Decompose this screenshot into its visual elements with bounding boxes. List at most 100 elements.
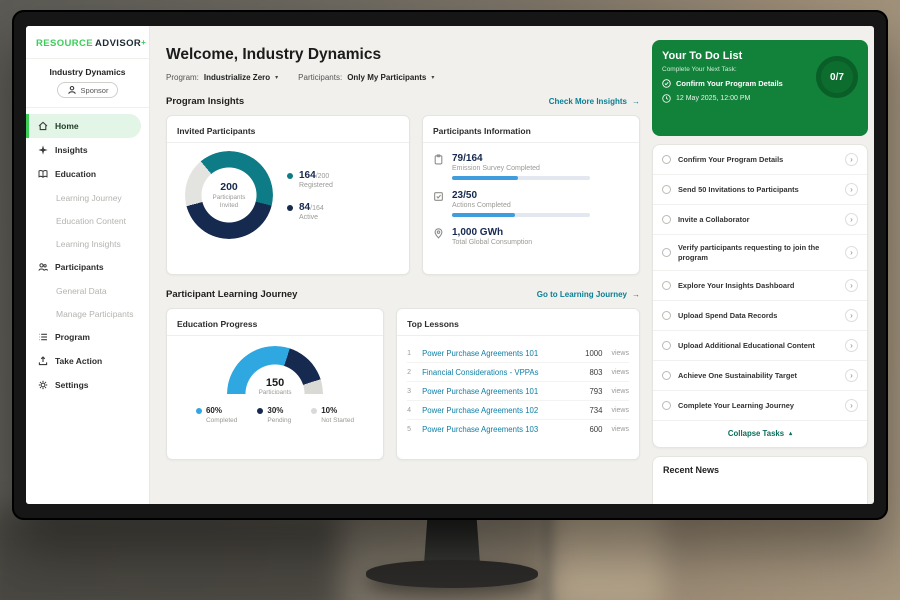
card-title: Invited Participants bbox=[167, 126, 409, 143]
learning-journey-header: Participant Learning Journey Go to Learn… bbox=[166, 289, 640, 300]
invited-donut-chart: 200 Participants Invited bbox=[185, 151, 273, 239]
task-chevron-button[interactable]: › bbox=[845, 399, 858, 412]
participants-filter[interactable]: Participants: Only My Participants ▾ bbox=[298, 73, 434, 82]
donut-legend: 164/200 Registered 84/164 Active bbox=[287, 170, 333, 221]
page-title: Welcome, Industry Dynamics bbox=[166, 46, 640, 64]
task-checkbox[interactable] bbox=[662, 311, 671, 320]
sidebar-item-manage-participants[interactable]: Manage Participants bbox=[26, 302, 149, 325]
legend-dot bbox=[287, 205, 293, 211]
sidebar-item-general-data[interactable]: General Data bbox=[26, 279, 149, 302]
todo-next-task[interactable]: Confirm Your Program Details bbox=[662, 79, 806, 88]
lesson-link[interactable]: Power Purchase Agreements 103 bbox=[422, 425, 582, 434]
chevron-down-icon: ▾ bbox=[431, 74, 434, 81]
sidebar-item-label: Education bbox=[55, 169, 96, 179]
program-filter[interactable]: Program: Industrialize Zero ▾ bbox=[166, 73, 278, 82]
card-title: Top Lessons bbox=[397, 319, 639, 336]
sidebar-item-label: Home bbox=[55, 121, 79, 131]
task-chevron-button[interactable]: › bbox=[845, 183, 858, 196]
task-checkbox[interactable] bbox=[662, 185, 671, 194]
task-checkbox[interactable] bbox=[662, 281, 671, 290]
education-progress-card: Education Progress 150 Participants 60% … bbox=[166, 308, 384, 460]
logo-text-resource: RESOURCE bbox=[36, 38, 93, 49]
task-row[interactable]: Upload Additional Educational Content › bbox=[653, 331, 867, 361]
org-name: Industry Dynamics bbox=[32, 67, 143, 77]
task-checkbox[interactable] bbox=[662, 371, 671, 380]
app-logo: RESOURCEADVISOR+ bbox=[26, 26, 149, 59]
task-chevron-button[interactable]: › bbox=[845, 213, 858, 226]
task-checkbox[interactable] bbox=[662, 341, 671, 350]
go-to-learning-journey-link[interactable]: Go to Learning Journey → bbox=[537, 290, 640, 299]
top-lessons-card: Top Lessons 1 Power Purchase Agreements … bbox=[396, 308, 640, 460]
program-insights-header: Program Insights Check More Insights → bbox=[166, 96, 640, 107]
check-square-icon bbox=[433, 191, 444, 202]
lesson-row: 2 Financial Considerations - VPPAs 803vi… bbox=[407, 363, 629, 382]
legend-item-registered: 164/200 Registered bbox=[287, 170, 333, 189]
card-title: Education Progress bbox=[167, 319, 383, 336]
sidebar-item-program[interactable]: Program bbox=[26, 325, 149, 349]
sidebar-item-participants[interactable]: Participants bbox=[26, 255, 149, 279]
org-block: Industry Dynamics Sponsor bbox=[26, 59, 149, 108]
lesson-row: 5 Power Purchase Agreements 103 600views bbox=[407, 420, 629, 438]
sidebar-item-education-content[interactable]: Education Content bbox=[26, 209, 149, 232]
card-title: Participants Information bbox=[423, 126, 639, 143]
section-title-learning-journey: Participant Learning Journey bbox=[166, 289, 297, 300]
legend-item-pending: 30% Pending bbox=[257, 406, 291, 424]
legend-item-completed: 60% Completed bbox=[196, 406, 237, 424]
task-chevron-button[interactable]: › bbox=[845, 153, 858, 166]
arrow-right-icon: → bbox=[632, 97, 640, 106]
donut-center-label: 200 Participants Invited bbox=[185, 151, 273, 239]
lesson-link[interactable]: Power Purchase Agreements 102 bbox=[422, 406, 582, 415]
sponsor-badge[interactable]: Sponsor bbox=[57, 82, 119, 98]
sidebar-item-take-action[interactable]: Take Action bbox=[26, 349, 149, 373]
check-more-insights-link[interactable]: Check More Insights → bbox=[549, 97, 640, 106]
task-row[interactable]: Confirm Your Program Details › bbox=[653, 145, 867, 175]
upload-action-icon bbox=[38, 356, 48, 366]
monitor-bezel: RESOURCEADVISOR+ Industry Dynamics Spons… bbox=[12, 10, 888, 520]
sidebar-item-learning-journey[interactable]: Learning Journey bbox=[26, 186, 149, 209]
task-row[interactable]: Verify participants requesting to join t… bbox=[653, 235, 867, 271]
lesson-row: 1 Power Purchase Agreements 101 1000view… bbox=[407, 344, 629, 363]
recent-news-title: Recent News bbox=[663, 465, 857, 475]
task-chevron-button[interactable]: › bbox=[845, 339, 858, 352]
home-icon bbox=[38, 121, 48, 131]
recent-news-card: Recent News bbox=[652, 456, 868, 504]
sidebar-item-insights[interactable]: Insights bbox=[26, 138, 149, 162]
task-checkbox[interactable] bbox=[662, 155, 671, 164]
sidebar-item-education[interactable]: Education bbox=[26, 162, 149, 186]
insights-cards-row: Invited Participants 200 Participants In… bbox=[166, 115, 640, 275]
task-checkbox[interactable] bbox=[662, 215, 671, 224]
lesson-link[interactable]: Power Purchase Agreements 101 bbox=[422, 387, 582, 396]
lesson-row: 4 Power Purchase Agreements 102 734views bbox=[407, 401, 629, 420]
sidebar-item-learning-insights[interactable]: Learning Insights bbox=[26, 232, 149, 255]
lesson-link[interactable]: Power Purchase Agreements 101 bbox=[422, 349, 578, 358]
education-gauge-chart: 150 Participants bbox=[227, 346, 323, 394]
task-checkbox[interactable] bbox=[662, 401, 671, 410]
sidebar-item-home[interactable]: Home bbox=[26, 114, 141, 138]
learning-cards-row: Education Progress 150 Participants 60% … bbox=[166, 308, 640, 460]
task-row[interactable]: Send 50 Invitations to Participants › bbox=[653, 175, 867, 205]
legend-item-not-started: 10% Not Started bbox=[311, 406, 354, 424]
task-chevron-button[interactable]: › bbox=[845, 369, 858, 382]
info-item-actions: 23/50 Actions Completed bbox=[433, 190, 629, 217]
sidebar-item-settings[interactable]: Settings bbox=[26, 373, 149, 397]
gear-icon bbox=[38, 380, 48, 390]
todo-progress-value: 0/7 bbox=[830, 72, 844, 83]
task-row[interactable]: Explore Your Insights Dashboard › bbox=[653, 271, 867, 301]
gauge-center-label: 150 Participants bbox=[227, 377, 323, 394]
task-row[interactable]: Achieve One Sustainability Target › bbox=[653, 361, 867, 391]
collapse-tasks-link[interactable]: Collapse Tasks ▴ bbox=[653, 421, 867, 447]
task-row[interactable]: Upload Spend Data Records › bbox=[653, 301, 867, 331]
chevron-down-icon: ▾ bbox=[275, 74, 278, 81]
task-chevron-button[interactable]: › bbox=[845, 309, 858, 322]
lesson-link[interactable]: Financial Considerations - VPPAs bbox=[422, 368, 582, 377]
task-row[interactable]: Complete Your Learning Journey › bbox=[653, 391, 867, 421]
task-chevron-button[interactable]: › bbox=[845, 279, 858, 292]
legend-dot bbox=[257, 408, 263, 414]
sidebar: RESOURCEADVISOR+ Industry Dynamics Spons… bbox=[26, 26, 150, 504]
task-chevron-button[interactable]: › bbox=[845, 246, 858, 259]
task-checkbox[interactable] bbox=[662, 248, 671, 257]
sidebar-item-label: Take Action bbox=[55, 356, 102, 366]
todo-subtitle: Complete Your Next Task: bbox=[662, 66, 806, 73]
clipboard-icon bbox=[433, 154, 444, 165]
task-row[interactable]: Invite a Collaborator › bbox=[653, 205, 867, 235]
